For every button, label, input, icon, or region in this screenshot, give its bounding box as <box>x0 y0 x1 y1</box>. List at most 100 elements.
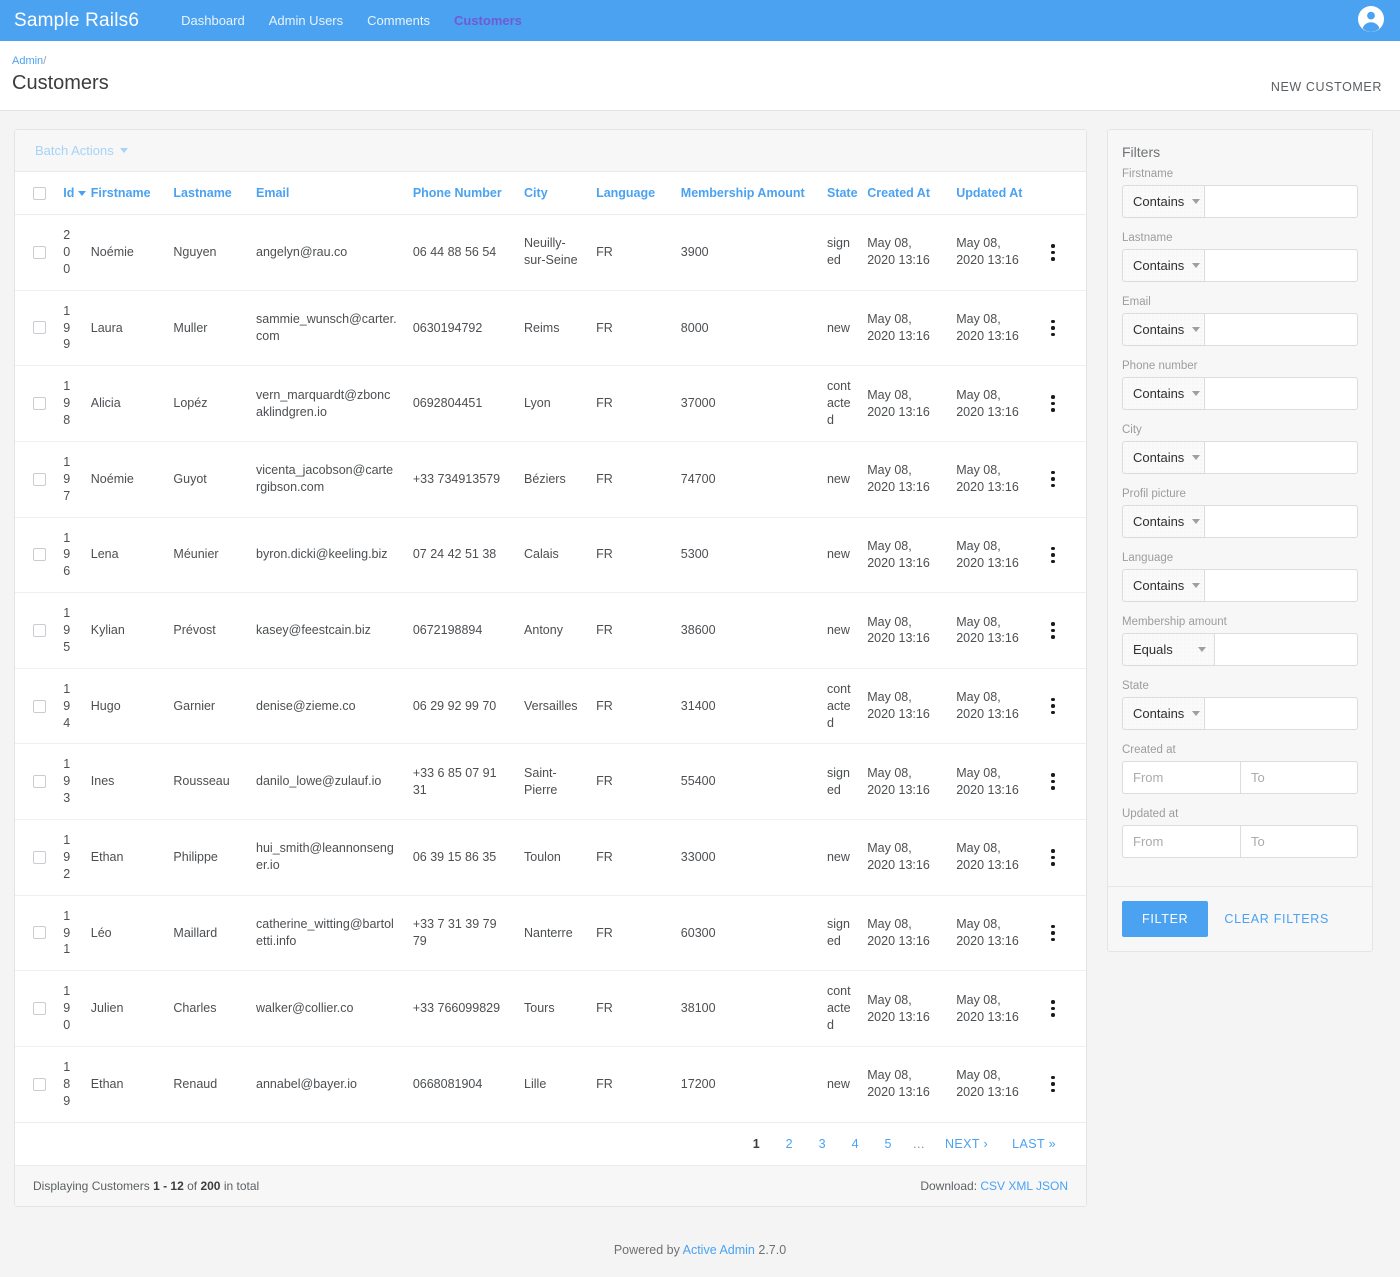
batch-actions-dropdown[interactable]: Batch Actions <box>35 143 128 158</box>
row-select-checkbox[interactable] <box>33 926 46 939</box>
column-header-id[interactable]: Id <box>55 172 83 215</box>
filter-submit-button[interactable]: FILTER <box>1122 901 1208 937</box>
table-row[interactable]: 194HugoGarnierdenise@zieme.co06 29 92 99… <box>15 668 1086 744</box>
filter-state-operator-select[interactable]: Contains <box>1122 697 1204 730</box>
row-actions-menu-icon[interactable] <box>1045 622 1061 639</box>
row-actions-menu-icon[interactable] <box>1045 849 1061 866</box>
site-title[interactable]: Sample Rails6 <box>14 10 139 32</box>
row-actions-menu-icon[interactable] <box>1045 395 1061 412</box>
table-row[interactable]: 191LéoMaillardcatherine_witting@bartolet… <box>15 895 1086 971</box>
column-header-membership-amount-link[interactable]: Membership Amount <box>681 186 805 200</box>
filter-created-at-to-input[interactable] <box>1240 761 1358 794</box>
row-actions-menu-icon[interactable] <box>1045 244 1061 261</box>
column-header-state-link[interactable]: State <box>827 186 858 200</box>
row-actions-menu-icon[interactable] <box>1045 1076 1061 1093</box>
row-select-checkbox[interactable] <box>33 397 46 410</box>
filter-lastname-operator-select[interactable]: Contains <box>1122 249 1204 282</box>
row-actions-menu-icon[interactable] <box>1045 320 1061 337</box>
filter-firstname-operator-select[interactable]: Contains <box>1122 185 1204 218</box>
filter-profil-picture-operator-select[interactable]: Contains <box>1122 505 1204 538</box>
column-header-firstname[interactable]: Firstname <box>83 172 166 215</box>
row-select-checkbox[interactable] <box>33 1078 46 1091</box>
row-actions-menu-icon[interactable] <box>1045 547 1061 564</box>
clear-filters-link[interactable]: CLEAR FILTERS <box>1212 912 1341 926</box>
filter-email-input[interactable] <box>1204 313 1358 346</box>
column-header-lastname-link[interactable]: Lastname <box>173 186 231 200</box>
filter-language-operator-select[interactable]: Contains <box>1122 569 1204 602</box>
column-header-lastname[interactable]: Lastname <box>165 172 248 215</box>
column-header-state[interactable]: State <box>819 172 859 215</box>
select-all-checkbox[interactable] <box>33 187 46 200</box>
row-actions-menu-icon[interactable] <box>1045 925 1061 942</box>
breadcrumb-link-admin[interactable]: Admin <box>12 55 43 67</box>
column-header-updated-at-link[interactable]: Updated At <box>956 186 1022 200</box>
nav-tab-customers[interactable]: Customers <box>454 13 522 28</box>
row-select-checkbox[interactable] <box>33 246 46 259</box>
download-csv-link[interactable]: CSV <box>980 1179 1005 1193</box>
filter-phone-number-operator-select[interactable]: Contains <box>1122 377 1204 410</box>
filter-city-input[interactable] <box>1204 441 1358 474</box>
row-actions-menu-icon[interactable] <box>1045 471 1061 488</box>
column-header-email[interactable]: Email <box>248 172 405 215</box>
filter-email-operator-select[interactable]: Contains <box>1122 313 1204 346</box>
row-actions-menu-icon[interactable] <box>1045 773 1061 790</box>
column-header-phone[interactable]: Phone Number <box>405 172 516 215</box>
filter-language-input[interactable] <box>1204 569 1358 602</box>
pagination-last-link[interactable]: LAST » <box>1000 1137 1068 1151</box>
column-header-id-link[interactable]: Id <box>63 186 74 200</box>
filter-profil-picture-input[interactable] <box>1204 505 1358 538</box>
column-header-city-link[interactable]: City <box>524 186 548 200</box>
column-header-membership-amount[interactable]: Membership Amount <box>673 172 819 215</box>
table-row[interactable]: 200NoémieNguyenangelyn@rau.co06 44 88 56… <box>15 215 1086 291</box>
table-row[interactable]: 197NoémieGuyotvicenta_jacobson@cartergib… <box>15 441 1086 517</box>
row-select-checkbox[interactable] <box>33 700 46 713</box>
download-json-link[interactable]: JSON <box>1036 1179 1068 1193</box>
filter-city-operator-select[interactable]: Contains <box>1122 441 1204 474</box>
table-row[interactable]: 189EthanRenaudannabel@bayer.io0668081904… <box>15 1046 1086 1122</box>
filter-membership-amount-operator-select[interactable]: Equals <box>1122 633 1214 666</box>
footer-active-admin-link[interactable]: Active Admin <box>683 1243 755 1257</box>
row-select-checkbox[interactable] <box>33 851 46 864</box>
table-row[interactable]: 193InesRousseaudanilo_lowe@zulauf.io+33 … <box>15 744 1086 820</box>
column-header-language-link[interactable]: Language <box>596 186 655 200</box>
user-circle-icon[interactable] <box>1358 6 1384 35</box>
row-actions-menu-icon[interactable] <box>1045 698 1061 715</box>
pagination-page-3[interactable]: 3 <box>806 1137 839 1151</box>
row-select-checkbox[interactable] <box>33 624 46 637</box>
row-select-checkbox[interactable] <box>33 775 46 788</box>
pagination-page-4[interactable]: 4 <box>839 1137 872 1151</box>
column-header-city[interactable]: City <box>516 172 588 215</box>
row-select-checkbox[interactable] <box>33 548 46 561</box>
pagination-page-5[interactable]: 5 <box>872 1137 905 1151</box>
column-header-email-link[interactable]: Email <box>256 186 289 200</box>
filter-firstname-input[interactable] <box>1204 185 1358 218</box>
filter-membership-amount-input[interactable] <box>1214 633 1358 666</box>
column-header-phone-link[interactable]: Phone Number <box>413 186 502 200</box>
filter-created-at-from-input[interactable] <box>1122 761 1240 794</box>
filter-updated-at-from-input[interactable] <box>1122 825 1240 858</box>
row-select-checkbox[interactable] <box>33 321 46 334</box>
column-header-updated-at[interactable]: Updated At <box>948 172 1037 215</box>
column-header-language[interactable]: Language <box>588 172 673 215</box>
nav-tab-admin-users[interactable]: Admin Users <box>269 13 343 28</box>
column-header-created-at-link[interactable]: Created At <box>867 186 930 200</box>
filter-phone-number-input[interactable] <box>1204 377 1358 410</box>
table-row[interactable]: 196LenaMéunierbyron.dicki@keeling.biz07 … <box>15 517 1086 593</box>
filter-updated-at-to-input[interactable] <box>1240 825 1358 858</box>
pagination-next-link[interactable]: NEXT › <box>933 1137 1000 1151</box>
column-header-created-at[interactable]: Created At <box>859 172 948 215</box>
filter-state-input[interactable] <box>1204 697 1358 730</box>
table-row[interactable]: 190JulienCharleswalker@collier.co+33 766… <box>15 971 1086 1047</box>
row-select-checkbox[interactable] <box>33 1002 46 1015</box>
pagination-page-2[interactable]: 2 <box>773 1137 806 1151</box>
row-actions-menu-icon[interactable] <box>1045 1000 1061 1017</box>
filter-lastname-input[interactable] <box>1204 249 1358 282</box>
row-select-checkbox[interactable] <box>33 473 46 486</box>
nav-tab-comments[interactable]: Comments <box>367 13 430 28</box>
nav-tab-dashboard[interactable]: Dashboard <box>181 13 245 28</box>
column-header-firstname-link[interactable]: Firstname <box>91 186 151 200</box>
table-row[interactable]: 198AliciaLopézvern_marquardt@zboncaklind… <box>15 366 1086 442</box>
download-xml-link[interactable]: XML <box>1008 1179 1032 1193</box>
new-customer-button[interactable]: NEW CUSTOMER <box>1271 80 1382 94</box>
table-row[interactable]: 199LauraMullersammie_wunsch@carter.com06… <box>15 290 1086 366</box>
